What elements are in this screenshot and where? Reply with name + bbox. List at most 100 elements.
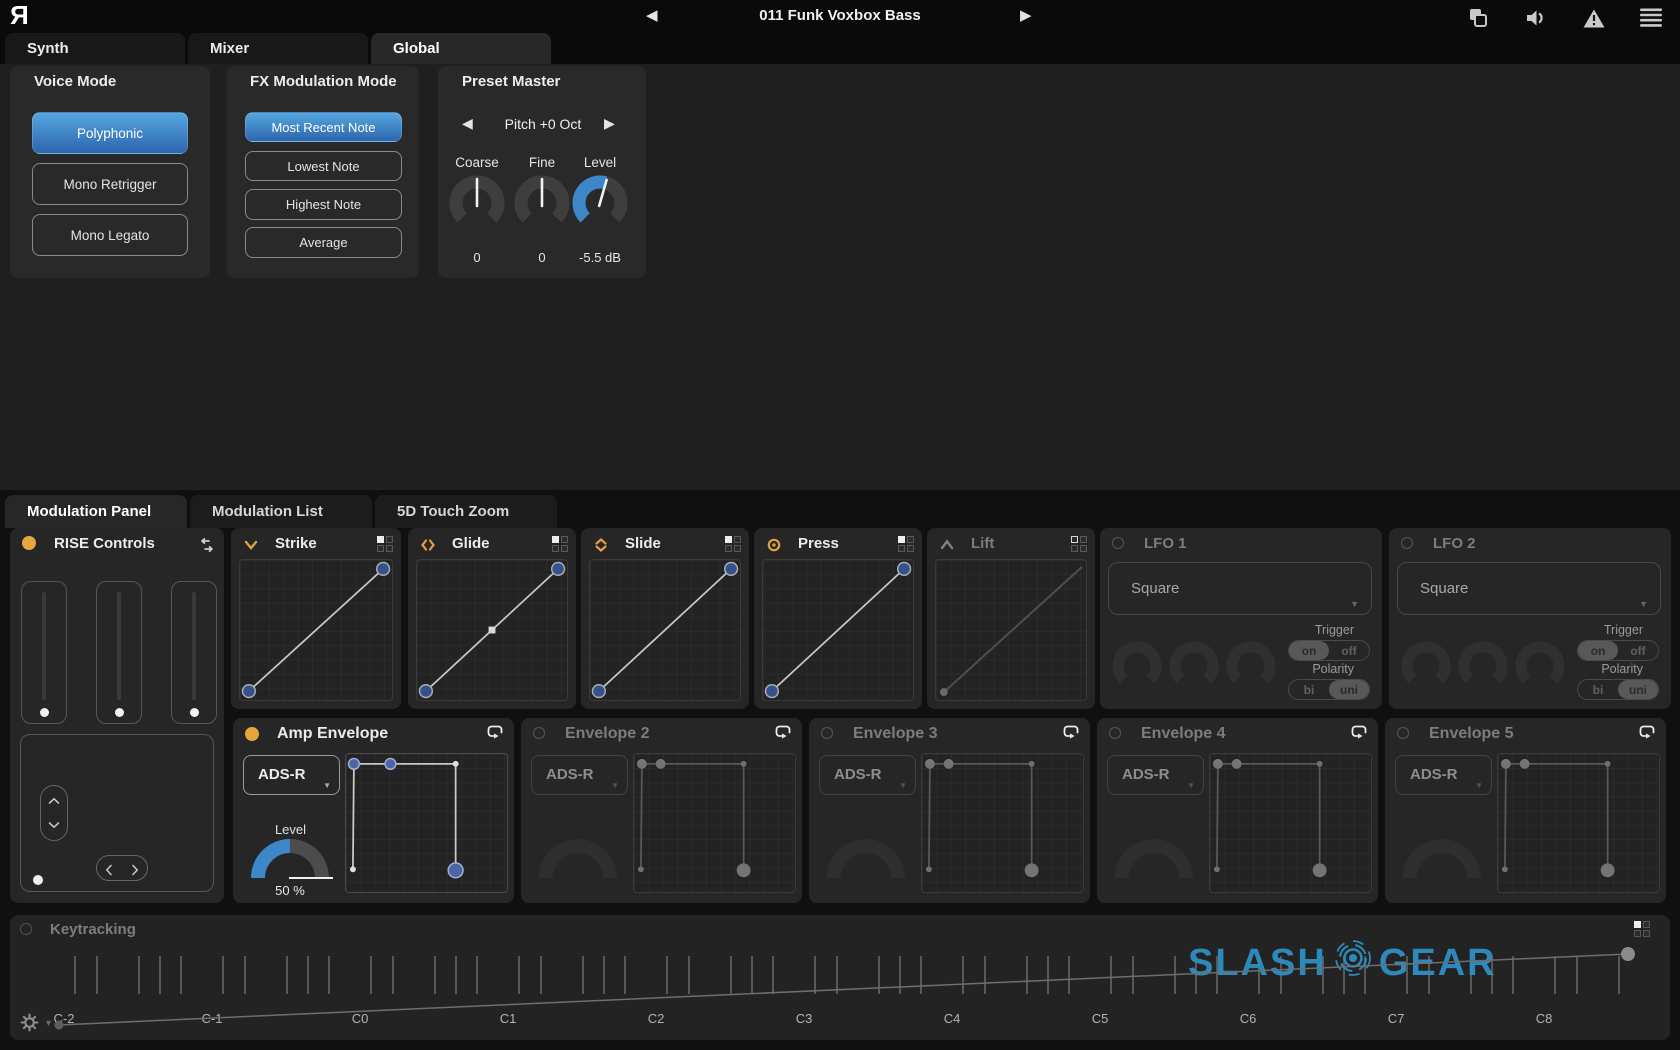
loop-icon[interactable] (1638, 724, 1656, 746)
polarity-uni-option[interactable]: uni (1329, 680, 1369, 699)
duplicate-icon[interactable] (1467, 7, 1489, 34)
slide-curve-graph[interactable] (589, 559, 741, 701)
lfo2-waveform-dropdown[interactable]: Square ▼ (1397, 562, 1661, 615)
lfo1-panel: LFO 1 Square ▼ Trigger on off Polarity b… (1100, 528, 1382, 709)
fx-mod-title: FX Modulation Mode (250, 73, 397, 90)
polarity-bi-option[interactable]: bi (1578, 680, 1618, 699)
voice-mode-polyphonic-button[interactable]: Polyphonic (32, 112, 188, 154)
polarity-uni-option[interactable]: uni (1618, 680, 1658, 699)
rise-xy-pad[interactable] (20, 734, 214, 892)
envelope2-mode-dropdown[interactable]: ADS-R ▼ (531, 755, 628, 795)
pitch-prev-button[interactable]: ◀ (462, 115, 473, 132)
lift-panel: Lift (927, 528, 1095, 709)
fx-most-recent-note-button[interactable]: Most Recent Note (245, 112, 402, 142)
preset-prev-button[interactable]: ◀ (646, 6, 658, 24)
envelope3-active-indicator[interactable] (821, 727, 833, 739)
tab-modulation-list[interactable]: Modulation List (190, 495, 372, 528)
pitch-next-button[interactable]: ▶ (604, 115, 615, 132)
voice-mode-mono-legato-button[interactable]: Mono Legato (32, 214, 188, 256)
coarse-knob[interactable] (447, 173, 507, 238)
menu-icon[interactable] (1640, 8, 1662, 33)
loop-icon[interactable] (774, 724, 792, 746)
envelope3-graph[interactable] (921, 753, 1084, 893)
envelope4-active-indicator[interactable] (1109, 727, 1121, 739)
lift-routing-grid-icon[interactable] (1071, 536, 1087, 552)
amp-envelope-active-indicator[interactable] (245, 727, 259, 741)
lfo2-knob-2[interactable] (1455, 638, 1511, 699)
envelope3-level-gauge[interactable] (824, 836, 908, 887)
rise-slider-3[interactable] (171, 581, 217, 724)
envelope4-graph[interactable] (1209, 753, 1372, 893)
volume-icon[interactable] (1524, 7, 1548, 34)
lfo1-waveform-dropdown[interactable]: Square ▼ (1108, 562, 1372, 615)
loop-icon[interactable] (1350, 724, 1368, 746)
tab-mixer[interactable]: Mixer (188, 33, 368, 64)
x-axis-stepper[interactable] (96, 855, 148, 881)
envelope4-level-gauge[interactable] (1112, 836, 1196, 887)
fx-highest-note-button[interactable]: Highest Note (245, 189, 402, 220)
envelope2-graph[interactable] (633, 753, 796, 893)
loop-icon[interactable] (486, 724, 504, 746)
move-arrows-icon[interactable] (198, 536, 216, 559)
voice-mode-mono-retrigger-button[interactable]: Mono Retrigger (32, 163, 188, 205)
glide-curve-graph[interactable] (416, 559, 568, 701)
lfo1-active-indicator[interactable] (1112, 537, 1124, 549)
gear-icon[interactable] (20, 1013, 39, 1037)
tab-5d-touch-zoom[interactable]: 5D Touch Zoom (375, 495, 557, 528)
polarity-bi-option[interactable]: bi (1289, 680, 1329, 699)
pitch-octave-label[interactable]: Pitch +0 Oct (490, 116, 596, 132)
glide-routing-grid-icon[interactable] (552, 536, 568, 552)
y-axis-stepper[interactable] (40, 785, 68, 841)
rise-slider-2[interactable] (96, 581, 142, 724)
caret-down-icon[interactable]: ▼ (44, 1018, 53, 1028)
trigger-on-option[interactable]: on (1289, 641, 1329, 660)
lfo1-trigger-label: Trigger (1250, 623, 1354, 637)
strike-routing-grid-icon[interactable] (377, 536, 393, 552)
press-curve-graph[interactable] (762, 559, 914, 701)
envelope4-mode-dropdown[interactable]: ADS-R ▼ (1107, 755, 1204, 795)
lift-curve-graph[interactable] (935, 559, 1087, 701)
rise-slider-1[interactable] (21, 581, 67, 724)
lfo2-polarity-toggle[interactable]: bi uni (1577, 679, 1659, 700)
strike-curve-graph[interactable] (239, 559, 393, 701)
envelope4-mode-value: ADS-R (1122, 766, 1170, 783)
press-routing-grid-icon[interactable] (898, 536, 914, 552)
xy-pad-handle[interactable] (33, 875, 43, 885)
tab-synth[interactable]: Synth (5, 33, 185, 64)
envelope5-mode-dropdown[interactable]: ADS-R ▼ (1395, 755, 1492, 795)
amp-envelope-graph[interactable] (345, 753, 508, 893)
tab-modulation-panel[interactable]: Modulation Panel (5, 495, 187, 528)
trigger-off-option[interactable]: off (1618, 641, 1658, 660)
envelope4-panel: Envelope 4 ADS-R ▼ (1097, 718, 1378, 903)
lfo1-knob-2[interactable] (1166, 638, 1222, 699)
fine-knob[interactable] (512, 173, 572, 238)
lfo2-active-indicator[interactable] (1401, 537, 1413, 549)
envelope2-active-indicator[interactable] (533, 727, 545, 739)
lfo2-trigger-toggle[interactable]: on off (1577, 640, 1659, 661)
envelope5-active-indicator[interactable] (1397, 727, 1409, 739)
envelope5-level-gauge[interactable] (1400, 836, 1484, 887)
loop-icon[interactable] (1062, 724, 1080, 746)
glide-panel: Glide (408, 528, 576, 709)
trigger-on-option[interactable]: on (1578, 641, 1618, 660)
lfo1-knob-1[interactable] (1109, 638, 1165, 699)
rise-active-indicator[interactable] (22, 536, 36, 550)
tab-global[interactable]: Global (371, 33, 551, 64)
level-knob[interactable] (570, 173, 630, 238)
fx-lowest-note-button[interactable]: Lowest Note (245, 151, 402, 181)
fx-average-button[interactable]: Average (245, 227, 402, 258)
lfo1-trigger-toggle[interactable]: on off (1288, 640, 1370, 661)
envelope3-mode-dropdown[interactable]: ADS-R ▼ (819, 755, 916, 795)
envelope5-graph[interactable] (1497, 753, 1660, 893)
amp-level-gauge[interactable] (248, 836, 332, 887)
lfo2-knob-1[interactable] (1398, 638, 1454, 699)
preset-name[interactable]: 011 Funk Voxbox Bass (680, 7, 1000, 24)
warning-icon[interactable] (1582, 8, 1606, 34)
keytracking-tick (518, 956, 520, 994)
amp-envelope-mode-dropdown[interactable]: ADS-R ▼ (243, 755, 340, 795)
preset-next-button[interactable]: ▶ (1020, 6, 1032, 24)
slide-routing-grid-icon[interactable] (725, 536, 741, 552)
lfo1-polarity-toggle[interactable]: bi uni (1288, 679, 1370, 700)
trigger-off-option[interactable]: off (1329, 641, 1369, 660)
envelope2-level-gauge[interactable] (536, 836, 620, 887)
